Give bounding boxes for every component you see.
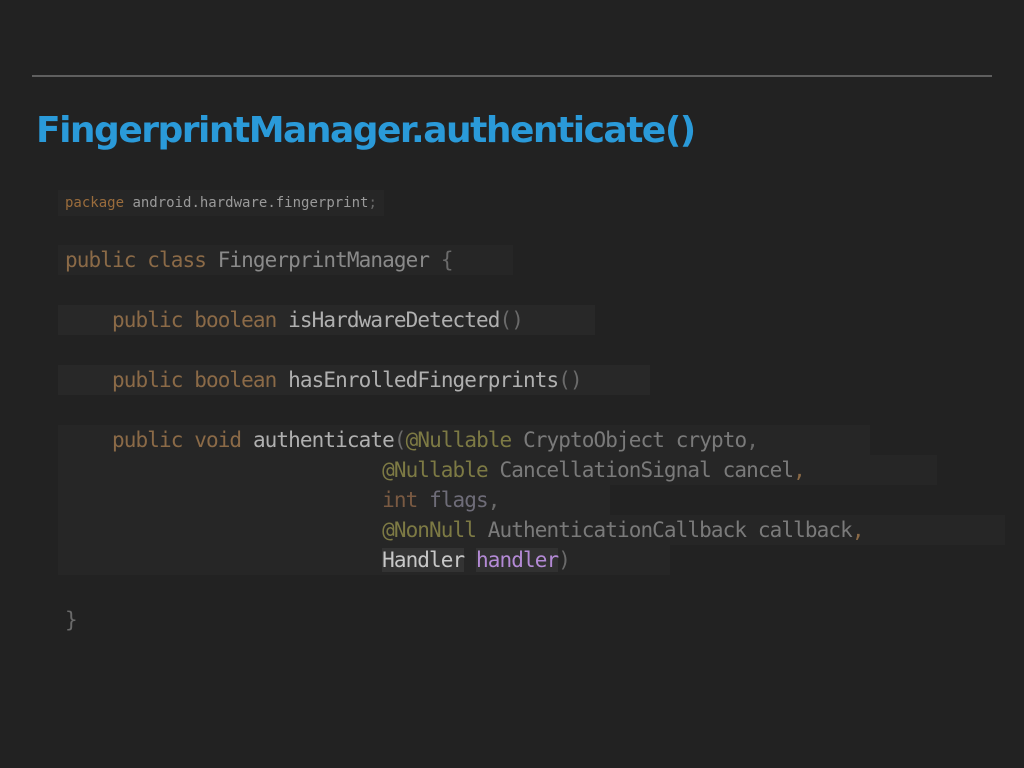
void-keyword: void <box>194 428 242 452</box>
param-type: AuthenticationCallback <box>487 518 747 542</box>
open-brace: { <box>440 248 454 272</box>
nullable-annotation: @Nullable <box>405 428 513 452</box>
param-name: callback <box>757 518 853 542</box>
param-type: CancellationSignal <box>499 458 712 482</box>
param-type: CryptoObject <box>523 428 665 452</box>
class-keyword: class <box>147 248 207 272</box>
close-paren: ) <box>558 548 571 572</box>
comma: , <box>793 458 806 482</box>
package-keyword: package <box>65 195 125 211</box>
code-line-param-cancel: @Nullable CancellationSignal cancel, <box>58 455 937 485</box>
method-name: hasEnrolledFingerprints <box>288 368 559 392</box>
code-line-package: package android.hardware.fingerprint; <box>58 190 384 216</box>
code-block: package android.hardware.fingerprint; pu… <box>0 0 1024 768</box>
code-line-method-authenticate: public void authenticate(@Nullable Crypt… <box>58 425 870 455</box>
class-name: FingerprintManager <box>217 248 430 272</box>
code-line-param-flags: int flags, <box>58 485 610 515</box>
code-line-param-handler: Handler handler) <box>58 545 670 575</box>
param-name: crypto <box>675 428 747 452</box>
comma: , <box>851 518 865 542</box>
code-line-method-has-enrolled-fingerprints: public boolean hasEnrolledFingerprints() <box>58 365 650 395</box>
boolean-keyword: boolean <box>194 368 277 392</box>
nullable-annotation: @Nullable <box>382 458 489 482</box>
package-semicolon: ; <box>368 195 377 211</box>
public-keyword: public <box>111 308 183 332</box>
nonnull-annotation: @NonNull <box>382 518 477 542</box>
param-type-highlighted: Handler <box>382 548 465 572</box>
method-parens: () <box>499 308 524 332</box>
method-parens: () <box>558 368 582 392</box>
public-keyword: public <box>65 248 136 272</box>
comma: , <box>746 428 759 452</box>
code-line-method-is-hardware-detected: public boolean isHardwareDetected() <box>58 305 595 335</box>
presentation-slide: FingerprintManager.authenticate() packag… <box>0 0 1024 768</box>
open-paren: ( <box>393 428 407 452</box>
public-keyword: public <box>111 368 183 392</box>
param-name-highlighted: handler <box>476 548 559 572</box>
param-name: cancel <box>722 458 794 482</box>
close-brace: } <box>65 608 78 632</box>
code-line-closing-brace: } <box>58 605 95 635</box>
method-name: isHardwareDetected <box>288 308 500 332</box>
comma: , <box>487 488 501 512</box>
code-line-param-callback: @NonNull AuthenticationCallback callback… <box>58 515 1005 545</box>
method-name: authenticate <box>252 428 395 452</box>
public-keyword: public <box>111 428 183 452</box>
param-name: flags <box>429 488 489 512</box>
int-keyword: int <box>382 488 418 512</box>
package-name: android.hardware.fingerprint <box>132 195 369 211</box>
code-line-class-declaration: public class FingerprintManager { <box>58 245 513 275</box>
boolean-keyword: boolean <box>194 308 277 332</box>
